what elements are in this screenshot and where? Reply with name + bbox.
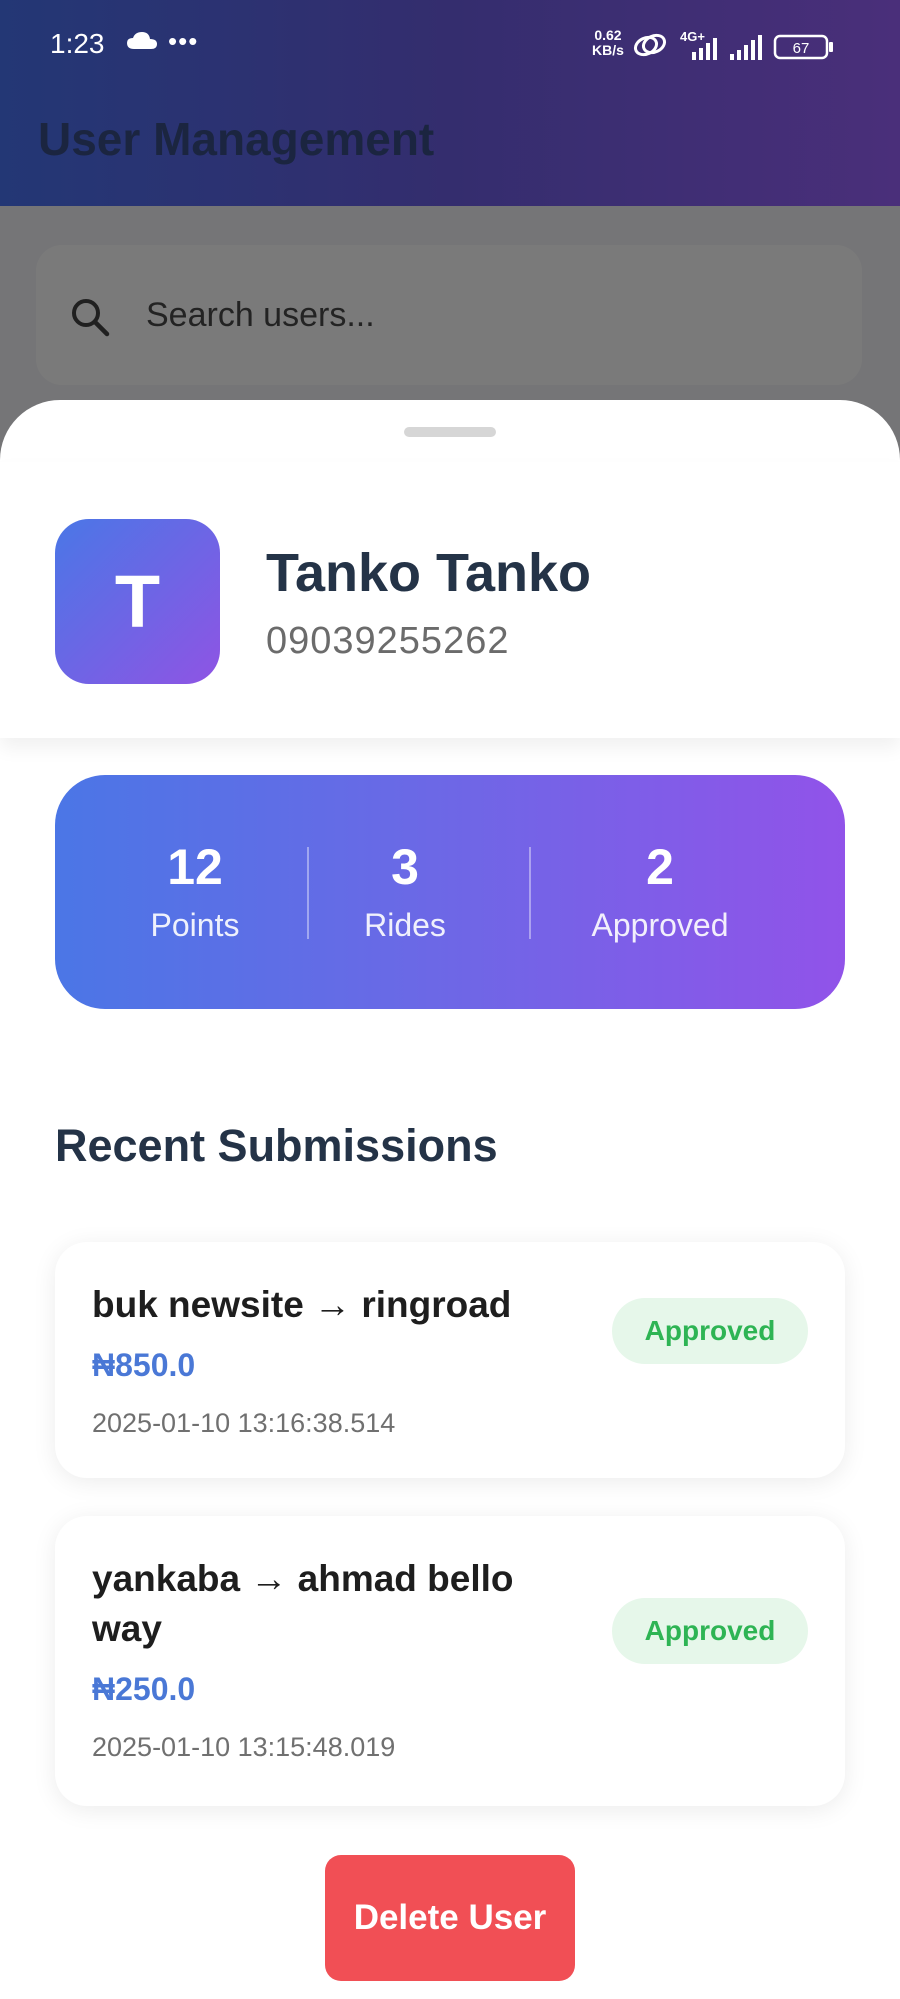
status-time: 1:23 xyxy=(50,28,105,59)
more-notifications-icon: ••• xyxy=(168,26,199,56)
user-detail-sheet: T Tanko Tanko 09039255262 12 Points 3 Ri… xyxy=(0,400,900,1999)
stat-label: Approved xyxy=(591,907,729,943)
status-badge: Approved xyxy=(612,1298,808,1364)
stat-approved: 2 Approved xyxy=(560,839,760,944)
stat-divider xyxy=(307,847,309,939)
profile-card: T Tanko Tanko 09039255262 xyxy=(0,462,900,738)
submission-amount: ₦850.0 xyxy=(92,1347,196,1383)
stat-value: 3 xyxy=(391,839,419,895)
signal-icon-2 xyxy=(730,35,762,60)
signal-battery-icons: 4G+ 67 xyxy=(633,29,833,60)
submission-timestamp: 2025-01-10 13:16:38.514 xyxy=(92,1408,396,1438)
stat-label: Rides xyxy=(364,907,446,943)
stats-card: 12 Points 3 Rides 2 Approved xyxy=(55,775,845,1009)
user-phone: 09039255262 xyxy=(266,620,510,662)
network-speed: 0.62 KB/s xyxy=(592,28,624,58)
submission-route: buk newsite → ringroad xyxy=(92,1284,512,1325)
submission-card[interactable]: buk newsite → ringroad ₦850.0 2025-01-10… xyxy=(55,1242,845,1478)
stat-rides: 3 Rides xyxy=(330,839,480,944)
net-speed-value: 0.62 xyxy=(594,27,622,43)
stat-value: 2 xyxy=(646,839,674,895)
link-icon xyxy=(633,33,667,57)
avatar: T xyxy=(55,519,220,684)
net-speed-unit: KB/s xyxy=(592,42,624,58)
app-header: 1:23 ••• 0.62 KB/s 4G+ 67 User Managemen… xyxy=(0,0,900,206)
cloud-icon xyxy=(127,32,157,49)
submission-amount: ₦250.0 xyxy=(92,1671,196,1707)
submission-route: yankaba → ahmad bello way xyxy=(92,1558,514,1649)
stat-label: Points xyxy=(150,907,240,943)
user-name: Tanko Tanko xyxy=(266,543,592,603)
page-title: User Management xyxy=(38,113,435,165)
delete-user-button[interactable]: Delete User xyxy=(325,1855,575,1981)
section-title: Recent Submissions xyxy=(55,1120,498,1171)
status-bar: 1:23 ••• 0.62 KB/s 4G+ 67 xyxy=(0,0,900,90)
stat-value: 12 xyxy=(167,839,223,895)
submission-timestamp: 2025-01-10 13:15:48.019 xyxy=(92,1732,396,1762)
submission-card[interactable]: yankaba → ahmad bello way ₦250.0 2025-01… xyxy=(55,1516,845,1806)
stat-divider xyxy=(529,847,531,939)
stat-points: 12 Points xyxy=(120,839,270,944)
battery-icon: 67 xyxy=(773,34,833,60)
drag-handle[interactable] xyxy=(404,427,496,437)
status-badge: Approved xyxy=(612,1598,808,1664)
network-type: 4G+ xyxy=(680,29,705,44)
battery-level: 67 xyxy=(793,40,810,57)
